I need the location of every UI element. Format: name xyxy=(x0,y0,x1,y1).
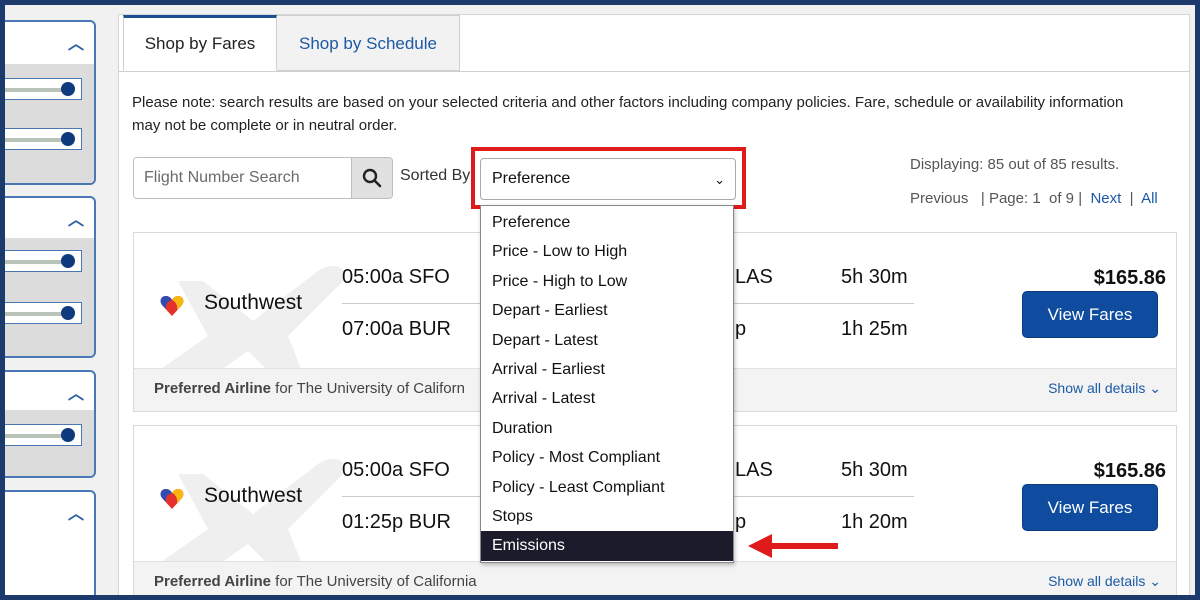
arrival-airport: LAS xyxy=(735,459,773,481)
results-count: Displaying: 85 out of 85 results. xyxy=(910,156,1120,173)
view-fares-button[interactable]: View Fares xyxy=(1022,484,1158,531)
search-icon xyxy=(362,168,382,188)
tab-bar: Shop by Fares Shop by Schedule xyxy=(119,15,1189,72)
sorted-by-label: Sorted By xyxy=(400,167,471,184)
slider-handle[interactable] xyxy=(61,82,75,96)
pagination: Previous | Page: 1 of 9 | Next | All xyxy=(910,190,1158,207)
sort-option[interactable]: Depart - Latest xyxy=(481,326,733,355)
sort-option[interactable]: Price - High to Low xyxy=(481,267,733,296)
filter-panel-2: ︿ xyxy=(5,196,96,358)
airline-name: Southwest xyxy=(204,291,303,314)
arrival-time: p xyxy=(735,318,747,340)
airline-name: Southwest xyxy=(204,484,303,507)
range-slider[interactable] xyxy=(5,128,82,150)
chevron-up-icon[interactable]: ︿ xyxy=(68,30,84,54)
all-link[interactable]: All xyxy=(1141,190,1158,207)
tab-shop-by-schedule[interactable]: Shop by Schedule xyxy=(277,15,460,71)
fare-price: $165.86 xyxy=(1093,460,1166,482)
show-all-details-link[interactable]: Show all details ⌄ xyxy=(1048,380,1161,397)
segment-duration: 1h 20m xyxy=(841,511,908,533)
next-link[interactable]: Next xyxy=(1090,190,1121,207)
preferred-text: for The University of Californ xyxy=(271,380,465,397)
arrival-airport: LAS xyxy=(735,266,773,288)
slider-handle[interactable] xyxy=(61,428,75,442)
return-segment: 01:25p BUR xyxy=(342,511,451,533)
sort-dropdown-list: Preference Price - Low to High Price - Hig… xyxy=(480,205,734,563)
show-all-details-link[interactable]: Show all details ⌄ xyxy=(1048,573,1161,590)
sort-option[interactable]: Preference xyxy=(481,208,733,237)
filter-panel-1: ︿ xyxy=(5,20,96,185)
page-label: | Page: xyxy=(980,190,1029,207)
segment-duration: 5h 30m xyxy=(841,459,908,481)
highlight-box xyxy=(471,147,746,209)
pager-separator: | xyxy=(1129,190,1134,207)
slider-handle[interactable] xyxy=(61,306,75,320)
sort-option[interactable]: Stops xyxy=(481,502,733,531)
sort-option[interactable]: Policy - Least Compliant xyxy=(481,473,733,502)
previous-link[interactable]: Previous xyxy=(910,190,968,207)
chevron-up-icon[interactable]: ︿ xyxy=(68,380,84,404)
screenshot-frame: ︿ ︿ ︿ ︿ Shop by Fares Shop by Schedule P… xyxy=(5,5,1195,595)
flight-search xyxy=(133,157,393,199)
sort-option[interactable]: Price - Low to High xyxy=(481,237,733,266)
sort-option[interactable]: Policy - Most Compliant xyxy=(481,443,733,472)
segment-duration: 5h 30m xyxy=(841,266,908,288)
slider-handle[interactable] xyxy=(61,254,75,268)
filter-rail: ︿ ︿ ︿ ︿ xyxy=(5,5,103,595)
depart-segment: 05:00a SFO xyxy=(342,266,450,288)
range-slider[interactable] xyxy=(5,302,82,324)
range-slider[interactable] xyxy=(5,424,82,446)
left-arrow-annotation xyxy=(748,534,838,558)
sort-option[interactable]: Emissions xyxy=(481,531,733,561)
depart-segment: 05:00a SFO xyxy=(342,459,450,481)
slider-handle[interactable] xyxy=(61,132,75,146)
sort-option[interactable]: Arrival - Latest xyxy=(481,384,733,413)
arrival-time: p xyxy=(735,511,747,533)
preferred-label: Preferred Airline xyxy=(154,380,271,397)
tab-shop-by-fares[interactable]: Shop by Fares xyxy=(123,15,277,71)
flight-number-search-input[interactable] xyxy=(134,158,352,198)
notice-text: Please note: search results are based on… xyxy=(132,94,1124,134)
preferred-text: for The University of California xyxy=(271,573,477,590)
southwest-heart-logo xyxy=(160,296,184,316)
sort-option[interactable]: Arrival - Earliest xyxy=(481,355,733,384)
sort-option[interactable]: Duration xyxy=(481,414,733,443)
filter-panel-4: ︿ xyxy=(5,490,96,595)
preferred-label: Preferred Airline xyxy=(154,573,271,590)
chevron-up-icon[interactable]: ︿ xyxy=(68,206,84,230)
sort-option[interactable]: Depart - Earliest xyxy=(481,296,733,325)
segment-duration: 1h 25m xyxy=(841,318,908,340)
return-segment: 07:00a BUR xyxy=(342,318,451,340)
page-total: of 9 xyxy=(1049,190,1075,207)
chevron-up-icon[interactable]: ︿ xyxy=(68,500,84,524)
fare-price: $165.86 xyxy=(1093,267,1166,289)
range-slider[interactable] xyxy=(5,78,82,100)
preferred-airline-note: Preferred Airline for The University of … xyxy=(154,380,465,397)
filter-panel-3: ︿ xyxy=(5,370,96,478)
southwest-heart-logo xyxy=(160,489,184,509)
view-fares-button[interactable]: View Fares xyxy=(1022,291,1158,338)
page-number: 1 xyxy=(1032,190,1041,207)
search-button[interactable] xyxy=(351,158,392,198)
range-slider[interactable] xyxy=(5,250,82,272)
card-footer: Preferred Airline for The University of … xyxy=(134,561,1176,595)
preferred-airline-note: Preferred Airline for The University of … xyxy=(154,573,477,590)
pager-separator: | xyxy=(1078,190,1083,207)
